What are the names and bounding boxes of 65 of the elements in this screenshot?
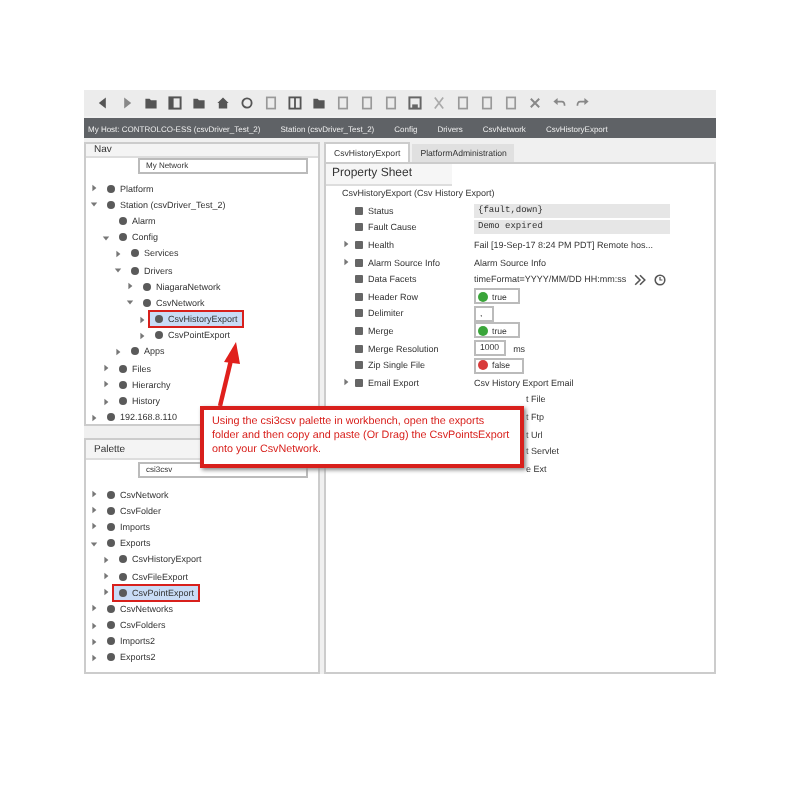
node-icon [118, 554, 128, 565]
node-icon [130, 265, 140, 276]
caret-icon[interactable] [90, 604, 98, 613]
redo-icon[interactable] [576, 96, 590, 110]
caret-icon[interactable] [114, 249, 122, 258]
node-icon [118, 232, 128, 243]
caret-icon[interactable] [138, 331, 146, 340]
node-icon [142, 297, 152, 308]
node-icon [154, 330, 164, 341]
node-icon [118, 363, 128, 374]
chevron-icon[interactable] [634, 273, 647, 286]
caret-icon[interactable] [102, 588, 110, 597]
node-icon [130, 248, 140, 259]
back-icon[interactable] [96, 96, 110, 110]
node-icon [106, 652, 116, 663]
node-icon [106, 521, 116, 532]
node-icon [106, 636, 116, 647]
node-icon [130, 346, 140, 357]
node-icon [106, 489, 116, 500]
node-icon [142, 281, 152, 292]
caret-icon[interactable] [126, 282, 134, 291]
caret-icon[interactable] [90, 637, 98, 646]
caret-icon[interactable] [90, 506, 98, 515]
node-icon [106, 620, 116, 631]
caret-icon[interactable] [90, 653, 98, 662]
node-icon [154, 314, 164, 325]
node-icon [118, 587, 128, 598]
folder-icon[interactable] [312, 96, 326, 110]
caret-icon[interactable] [102, 555, 110, 564]
caret-icon[interactable] [102, 364, 110, 373]
delete-icon[interactable] [528, 96, 542, 110]
caret-icon[interactable] [90, 522, 98, 531]
caret-icon[interactable] [342, 258, 350, 267]
node-icon [118, 379, 128, 390]
node-icon [106, 183, 116, 194]
caret-icon[interactable] [90, 184, 98, 193]
node-icon [118, 571, 128, 582]
folder-icon[interactable] [192, 96, 206, 110]
window-icon[interactable] [168, 96, 182, 110]
caret-icon[interactable] [102, 380, 110, 389]
home-icon[interactable] [216, 96, 230, 110]
caret-icon[interactable] [90, 621, 98, 630]
forward-icon[interactable] [120, 96, 134, 110]
columns-icon[interactable] [288, 96, 302, 110]
caret-icon[interactable] [138, 315, 146, 324]
node-icon [118, 215, 128, 226]
caret-icon[interactable] [342, 240, 350, 249]
arrow [217, 342, 240, 407]
save-icon[interactable] [408, 96, 422, 110]
node-icon [106, 603, 116, 614]
node-icon [106, 505, 116, 516]
undo-icon[interactable] [552, 96, 566, 110]
caret-icon[interactable] [114, 347, 122, 356]
folder-icon[interactable] [144, 96, 158, 110]
node-icon [106, 199, 116, 210]
caret-icon[interactable] [342, 378, 350, 387]
node-icon [118, 396, 128, 407]
clock-icon[interactable] [654, 273, 667, 286]
caret-icon[interactable] [90, 413, 98, 422]
node-icon [106, 538, 116, 549]
node-icon [106, 412, 116, 423]
caret-icon[interactable] [102, 397, 110, 406]
caret-icon[interactable] [102, 572, 110, 581]
document-icon[interactable] [264, 96, 278, 110]
caret-icon[interactable] [90, 490, 98, 499]
